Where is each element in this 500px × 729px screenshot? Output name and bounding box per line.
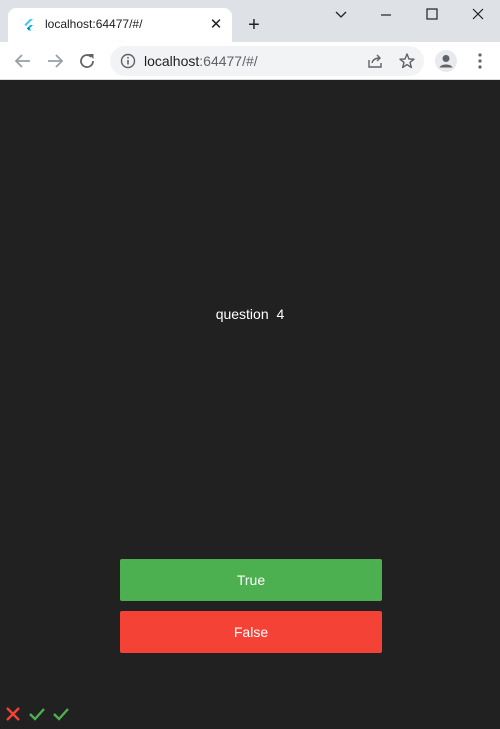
false-button[interactable]: False [120,611,382,653]
back-icon[interactable] [12,50,34,72]
quiz-app: question 4 True False [0,80,500,727]
bookmark-star-icon[interactable] [398,52,416,70]
url-text[interactable]: localhost:64477/#/ [144,53,258,69]
question-text: question 4 [215,306,285,322]
url-host: localhost [144,53,200,69]
url-rest: :64477/#/ [199,53,258,69]
check-icon [51,704,71,724]
maximize-icon[interactable] [417,4,447,26]
tab-strip: localhost:64477/#/ ✕ + [0,0,500,42]
true-button[interactable]: True [120,559,382,601]
check-icon [27,704,47,724]
profile-avatar-icon[interactable] [435,50,457,72]
new-tab-icon[interactable]: + [244,15,264,35]
tab-title: localhost:64477/#/ [45,17,143,31]
close-tab-icon[interactable]: ✕ [208,17,224,33]
browser-tab[interactable]: localhost:64477/#/ ✕ [8,8,232,42]
score-keeper [3,704,71,726]
tab-search-icon[interactable] [326,4,356,26]
close-icon [3,704,23,724]
more-menu-icon[interactable] [470,50,490,72]
browser-toolbar: localhost:64477/#/ [0,42,500,80]
forward-icon[interactable] [44,50,66,72]
share-icon[interactable] [366,52,384,70]
reload-icon[interactable] [76,50,98,72]
site-info-icon[interactable] [120,53,136,69]
minimize-icon[interactable] [371,4,401,26]
window-close-icon[interactable] [463,4,493,26]
address-bar[interactable]: localhost:64477/#/ [110,46,424,76]
flutter-icon [22,18,36,32]
